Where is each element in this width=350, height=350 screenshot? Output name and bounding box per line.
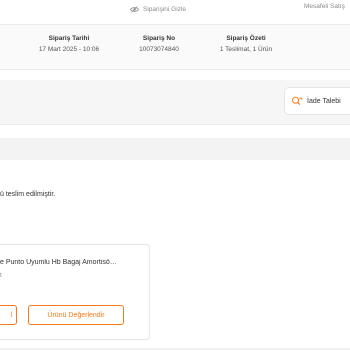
order-date-value: 17 Mart 2025 - 10:06 [38, 46, 100, 53]
product-subtext: t [0, 272, 2, 279]
delivery-header-band [0, 138, 350, 160]
order-number: Sipariş No 10073074840 [119, 35, 199, 53]
order-overview-label: Sipariş Özeti [226, 35, 266, 42]
order-date: Sipariş Tarihi 17 Mart 2025 - 10:06 [29, 35, 109, 53]
order-number-value: 10073074840 [139, 46, 179, 53]
order-overview: Sipariş Özeti 1 Teslimat, 1 Ürün [206, 35, 286, 53]
order-summary: Sipariş Tarihi 17 Mart 2025 - 10:06 Sipa… [0, 24, 350, 70]
review-product-label: Ürünü Değerlendir [47, 311, 105, 319]
order-number-label: Sipariş No [142, 35, 176, 42]
review-product-button[interactable]: Ürünü Değerlendir [28, 305, 124, 325]
delivery-status-text: ü teslim edilmiştir. [0, 191, 56, 198]
product-name[interactable]: e Punto Uyumlu Hb Bagaj Amortisö… [0, 259, 140, 266]
eye-slash-icon [130, 5, 139, 13]
hide-order-link[interactable]: Siparişini Gizle [130, 3, 186, 15]
product-action-button[interactable]: l [0, 305, 17, 325]
return-request-label: İade Talebi [307, 97, 341, 105]
return-request-button[interactable]: İade Talebi [284, 87, 350, 115]
search-return-icon [292, 96, 303, 105]
hide-order-label: Siparişini Gizle [143, 5, 186, 13]
contract-link[interactable]: Mesafeli Satış [304, 3, 345, 10]
product-action-label: l [10, 311, 12, 319]
order-date-label: Sipariş Tarihi [48, 35, 90, 42]
order-overview-value: 1 Teslimat, 1 Ürün [219, 46, 273, 53]
